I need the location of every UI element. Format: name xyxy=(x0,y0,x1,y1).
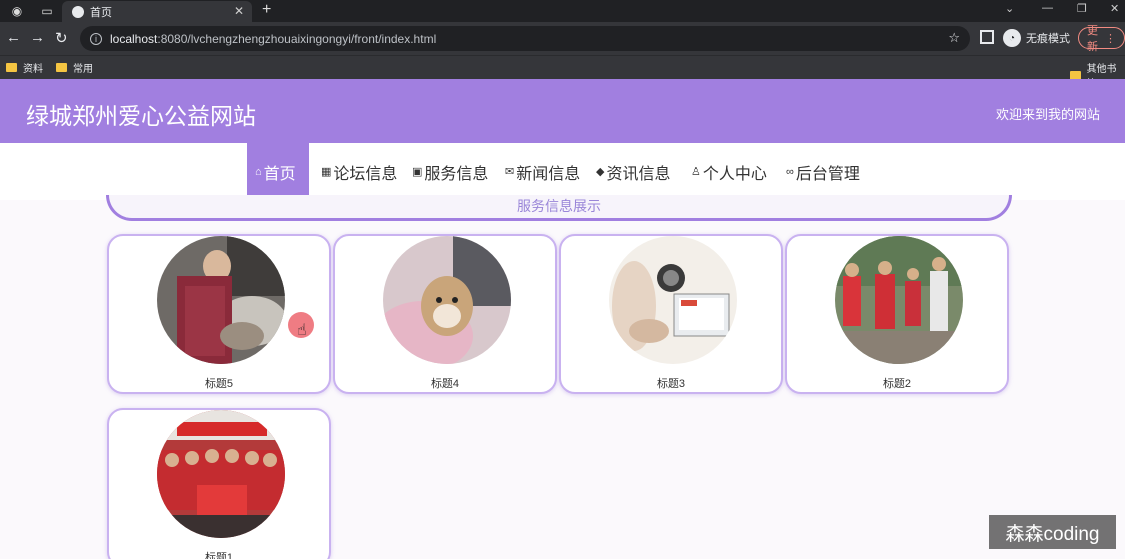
reload-icon[interactable]: ↻ xyxy=(55,29,68,47)
link-icon: ∞ xyxy=(786,165,794,178)
site-header: 绿城郑州爱心公益网站 欢迎来到我的网站 xyxy=(0,79,1125,143)
hand-cursor-icon: ☝ xyxy=(297,322,307,339)
forward-arrow-icon[interactable]: → xyxy=(30,29,45,46)
more-menu-icon: ⋮ xyxy=(1101,32,1116,45)
card-title: 标题4 xyxy=(430,378,460,390)
card-image[interactable] xyxy=(383,236,511,364)
nav-info[interactable]: ◆ 资讯信息 xyxy=(588,143,678,200)
star-icon[interactable]: ☆ xyxy=(948,30,960,46)
restore-icon[interactable]: ❐ xyxy=(1077,2,1087,15)
mail-icon: ✉ xyxy=(505,166,515,178)
nav-label: 服务信息 xyxy=(424,165,489,183)
calendar-icon: ▦ xyxy=(321,166,332,178)
update-label: 更新 xyxy=(1087,25,1098,53)
globe-tab-icon[interactable]: ◉ xyxy=(4,2,30,20)
folder-icon xyxy=(6,63,17,72)
card-image[interactable] xyxy=(157,236,285,364)
browser-toolbar: ← → ↻ i localhost :8080/lvchengzhengzhou… xyxy=(0,22,1125,55)
incognito-label: 无痕模式 xyxy=(1026,33,1070,45)
card-title: 标题3 xyxy=(656,378,686,390)
side-panel-icon[interactable] xyxy=(980,30,994,44)
card-title: 标题5 xyxy=(204,378,234,390)
service-card[interactable]: 标题2 xyxy=(785,234,1009,394)
card-image[interactable] xyxy=(609,236,737,364)
card-title: 标题2 xyxy=(882,378,912,390)
nav-label: 资讯信息 xyxy=(606,165,671,183)
main-nav: ⌂ 首页 ▦ 论坛信息 ▣ 服务信息 ✉ 新闻信息 ◆ 资讯信息 ♙ 个人中心 … xyxy=(0,143,1125,200)
welcome-text: 欢迎来到我的网站 xyxy=(995,107,1100,122)
card-image[interactable] xyxy=(835,236,963,364)
incognito-icon: ◔ xyxy=(1003,29,1021,47)
back-arrow-icon[interactable]: ← xyxy=(6,29,21,46)
globe-icon xyxy=(72,5,84,18)
bookmark-folder-2[interactable]: 常用 xyxy=(56,60,93,75)
nav-service[interactable]: ▣ 服务信息 xyxy=(404,143,496,200)
bookmark-label: 常用 xyxy=(73,64,93,75)
close-icon[interactable]: ✕ xyxy=(234,4,244,18)
update-button[interactable]: 更新 ⋮ xyxy=(1078,25,1125,53)
tab-title: 首页 xyxy=(90,6,112,19)
incognito-indicator[interactable]: ◔ 无痕模式 xyxy=(1003,29,1070,47)
site-title: 绿城郑州爱心公益网站 xyxy=(26,103,256,129)
card-image[interactable] xyxy=(157,410,285,538)
browser-tab-bar: ◉ ▭ 首页 ✕ + ⌄ — ❐ ✕ xyxy=(0,0,1125,22)
window-tab-icon[interactable]: ▭ xyxy=(34,2,60,20)
user-icon: ♙ xyxy=(691,166,701,178)
section-banner: 服务信息展示 xyxy=(106,195,1012,221)
nav-admin[interactable]: ∞ 后台管理 xyxy=(778,143,868,200)
nav-label: 后台管理 xyxy=(795,165,860,183)
nav-label: 首页 xyxy=(263,165,296,183)
section-title: 服务信息展示 xyxy=(517,198,601,214)
nav-label: 个人中心 xyxy=(702,165,767,183)
graduation-cap-icon: ◆ xyxy=(596,166,605,178)
watermark: 森森coding xyxy=(989,515,1116,549)
folder-icon xyxy=(56,63,67,72)
nav-news[interactable]: ✉ 新闻信息 xyxy=(497,143,588,200)
bookmark-folder-1[interactable]: 资料 xyxy=(6,60,43,75)
grid-icon: ▣ xyxy=(412,166,423,178)
browser-tab-home[interactable]: 首页 ✕ xyxy=(62,1,252,22)
nav-forum[interactable]: ▦ 论坛信息 xyxy=(313,143,405,200)
nav-profile[interactable]: ♙ 个人中心 xyxy=(683,143,775,200)
bookmark-label: 资料 xyxy=(23,64,43,75)
window-close-icon[interactable]: ✕ xyxy=(1110,2,1119,15)
nav-label: 论坛信息 xyxy=(333,165,398,183)
service-card[interactable]: 标题4 xyxy=(333,234,557,394)
service-card[interactable]: 标题3 xyxy=(559,234,783,394)
new-tab-button[interactable]: + xyxy=(262,1,271,19)
service-card[interactable]: 标题1 xyxy=(107,408,331,559)
home-icon: ⌂ xyxy=(255,165,262,178)
bookmarks-bar: 资料 常用 其他书签 xyxy=(0,55,1125,90)
info-icon[interactable]: i xyxy=(90,32,102,45)
url-host: localhost xyxy=(110,31,158,46)
minimize-icon[interactable]: — xyxy=(1042,2,1053,14)
nav-label: 新闻信息 xyxy=(516,165,581,183)
address-bar[interactable]: i localhost :8080/lvchengzhengzhouaixing… xyxy=(80,26,970,51)
nav-home[interactable]: ⌂ 首页 xyxy=(247,143,309,200)
card-title: 标题1 xyxy=(204,552,234,559)
url-path: :8080/lvchengzhengzhouaixingongyi/front/… xyxy=(157,31,437,46)
chevron-down-icon[interactable]: ⌄ xyxy=(1005,2,1014,15)
